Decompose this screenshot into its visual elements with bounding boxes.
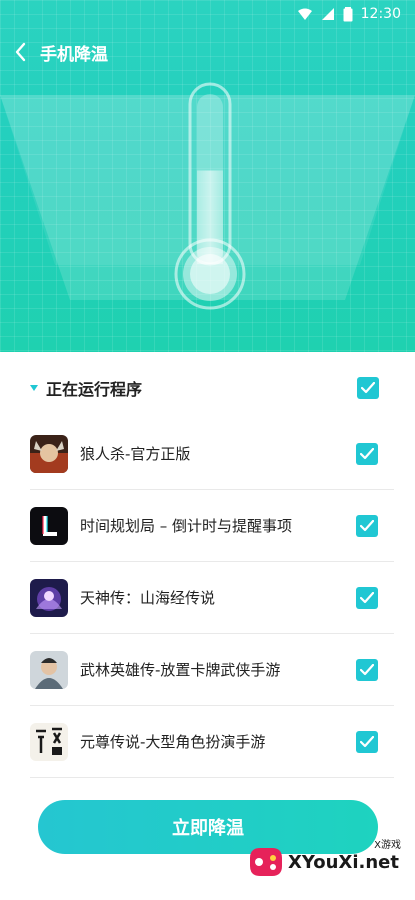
top-bar: 手机降温 xyxy=(0,34,415,70)
watermark-logo: XYouXi.net X游戏 xyxy=(244,834,409,890)
watermark-brand: XYouXi.net xyxy=(288,851,399,873)
section-header: 正在运行程序 xyxy=(0,370,415,406)
checkmark-icon xyxy=(361,382,375,394)
app-row[interactable]: 武林英雄传-放置卡牌武侠手游 xyxy=(30,634,394,706)
tianshen-app-icon xyxy=(30,578,68,617)
app-name: 元尊传说-大型角色扮演手游 xyxy=(80,733,266,751)
signal-icon xyxy=(321,8,334,20)
status-time: 12:30 xyxy=(360,6,401,22)
app-checkbox[interactable] xyxy=(356,443,378,465)
app-checkbox[interactable] xyxy=(356,587,378,609)
checkmark-icon xyxy=(360,448,374,460)
select-all-checkbox[interactable] xyxy=(357,377,379,399)
app-row[interactable]: 天神传：山海经传说 xyxy=(30,562,394,634)
hero-banner: 12:30 手机降温 xyxy=(0,0,415,352)
back-button[interactable] xyxy=(6,37,36,67)
timer-app-icon xyxy=(30,506,68,545)
checkmark-icon xyxy=(360,520,374,532)
checkmark-icon xyxy=(360,664,374,676)
app-checkbox[interactable] xyxy=(356,515,378,537)
app-row[interactable]: 时间规划局 – 倒计时与提醒事项 xyxy=(30,490,394,562)
collapse-triangle-icon[interactable] xyxy=(30,385,38,391)
app-name: 时间规划局 – 倒计时与提醒事项 xyxy=(80,517,293,535)
thermometer-icon xyxy=(174,82,246,310)
watermark-tag: X游戏 xyxy=(374,840,401,851)
section-title: 正在运行程序 xyxy=(46,380,143,399)
running-apps-panel: 正在运行程序 狼人杀-官方正版 时间规划局 – 倒计时与提醒事项 天神传：山海经… xyxy=(0,352,415,900)
wifi-icon xyxy=(297,8,312,20)
checkmark-icon xyxy=(360,736,374,748)
app-list: 狼人杀-官方正版 时间规划局 – 倒计时与提醒事项 天神传：山海经传说 武林英雄… xyxy=(30,418,394,778)
app-checkbox[interactable] xyxy=(356,659,378,681)
app-row[interactable]: 元尊传说-大型角色扮演手游 xyxy=(30,706,394,778)
app-name: 武林英雄传-放置卡牌武侠手游 xyxy=(80,661,281,679)
yuanzun-app-icon xyxy=(30,722,68,761)
gamepad-logo-icon xyxy=(250,848,282,876)
werewolf-app-icon xyxy=(30,434,68,473)
page-title: 手机降温 xyxy=(40,44,108,65)
battery-icon xyxy=(343,7,353,22)
status-bar: 12:30 xyxy=(0,0,415,30)
wulin-app-icon xyxy=(30,650,68,689)
checkmark-icon xyxy=(360,592,374,604)
app-name: 狼人杀-官方正版 xyxy=(80,445,191,463)
back-arrow-icon xyxy=(15,42,26,62)
app-name: 天神传：山海经传说 xyxy=(80,589,216,607)
thermometer-graphic xyxy=(170,82,250,312)
app-checkbox[interactable] xyxy=(356,731,378,753)
app-row[interactable]: 狼人杀-官方正版 xyxy=(30,418,394,490)
